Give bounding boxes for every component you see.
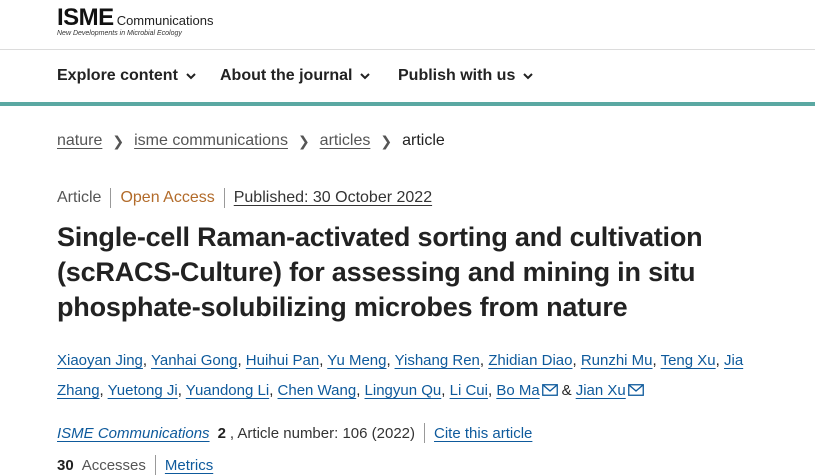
author-link[interactable]: Yu Meng — [327, 352, 386, 369]
envelope-icon[interactable] — [627, 384, 644, 396]
journal-link[interactable]: ISME Communications — [57, 425, 210, 442]
chevron-down-icon — [186, 73, 196, 80]
author-list: Xiaoyan Jing, Yanhai Gong, Huihui Pan, Y… — [57, 352, 744, 399]
author-joiner: & — [561, 382, 572, 399]
logo-main-text: ISME — [57, 4, 114, 31]
site-header: ISME Communications New Developments in … — [0, 0, 815, 50]
accesses-count: 30 — [57, 456, 74, 474]
divider — [154, 455, 156, 475]
nav-publish-with-us[interactable]: Publish with us — [398, 67, 534, 85]
nav-explore-content[interactable]: Explore content — [57, 67, 197, 85]
breadcrumb-isme-communications[interactable]: isme communications — [134, 132, 288, 150]
main-nav: Explore content About the journal Publis… — [0, 50, 815, 106]
breadcrumb-nature[interactable]: nature — [57, 132, 102, 150]
article-type: Article — [57, 189, 102, 206]
volume-number: 2 — [217, 424, 226, 442]
chevron-down-icon — [360, 73, 371, 80]
author-link[interactable]: Li Cui — [450, 382, 488, 399]
metrics-line: 30 Accesses Metrics — [57, 455, 213, 475]
author-link[interactable]: Zhidian Diao — [488, 352, 572, 369]
cite-this-article-link[interactable]: Cite this article — [434, 425, 532, 442]
nav-item-label: About the journal — [220, 67, 353, 84]
chevron-right-icon: ❯ — [112, 132, 125, 149]
author-link[interactable]: Yanhai Gong — [151, 352, 237, 369]
author-link[interactable]: Runzhi Mu — [581, 352, 653, 369]
author-link[interactable]: Lingyun Qu — [365, 382, 442, 399]
author-link[interactable]: Yuandong Li — [186, 382, 269, 399]
envelope-icon[interactable] — [541, 384, 558, 396]
chevron-right-icon: ❯ — [380, 132, 393, 149]
breadcrumb: nature ❯ isme communications ❯ articles … — [57, 132, 445, 150]
author-link[interactable]: Yuetong Ji — [108, 382, 178, 399]
author-link[interactable]: Jian Xu — [576, 382, 626, 399]
author-link[interactable]: Yishang Ren — [395, 352, 480, 369]
author-link[interactable]: Huihui Pan — [246, 352, 319, 369]
logo-tagline: New Developments in Microbial Ecology — [57, 30, 182, 37]
published-date-link[interactable]: Published: 30 October 2022 — [234, 189, 432, 207]
author-link[interactable]: Bo Ma — [496, 382, 539, 399]
chevron-right-icon: ❯ — [297, 132, 310, 149]
divider — [110, 188, 112, 208]
logo-sub-text: Communications — [116, 13, 214, 28]
author-link[interactable]: Xiaoyan Jing — [57, 352, 143, 369]
metrics-link[interactable]: Metrics — [165, 457, 213, 474]
divider — [223, 188, 225, 208]
nav-item-label: Publish with us — [398, 67, 516, 84]
author-link[interactable]: Chen Wang — [278, 382, 357, 399]
article-title: Single-cell Raman-activated sorting and … — [57, 222, 703, 322]
breadcrumb-current: article — [402, 132, 445, 149]
nav-item-label: Explore content — [57, 67, 178, 84]
nav-about-journal[interactable]: About the journal — [220, 67, 371, 85]
citation-line: ISME Communications 2 , Article number: … — [57, 423, 532, 443]
article-number: , Article number: 106 (2022) — [229, 424, 416, 442]
article-meta: Article Open Access Published: 30 Octobe… — [57, 188, 432, 208]
open-access-badge: Open Access — [120, 189, 215, 206]
accesses-label: Accesses — [81, 456, 146, 474]
author-link[interactable]: Teng Xu — [661, 352, 716, 369]
divider — [424, 423, 426, 443]
journal-logo[interactable]: ISME Communications New Developments in … — [57, 4, 214, 37]
chevron-down-icon — [523, 73, 534, 80]
breadcrumb-articles[interactable]: articles — [320, 132, 371, 150]
